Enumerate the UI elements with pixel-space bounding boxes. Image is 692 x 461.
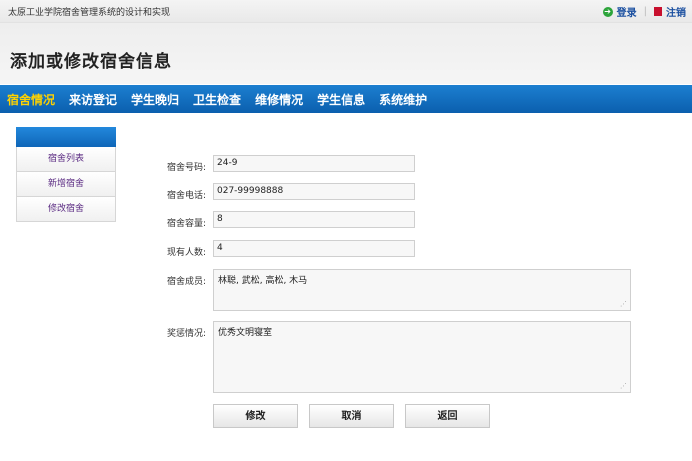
- nav-item-system-maintenance[interactable]: 系统维护: [372, 91, 434, 108]
- nav-item-visitor-log[interactable]: 来访登记: [62, 91, 124, 108]
- form-row-dorm-phone: 宿舍电话:: [167, 183, 415, 201]
- nav-item-repairs[interactable]: 维修情况: [248, 91, 310, 108]
- back-button[interactable]: 返回: [405, 404, 490, 428]
- login-link[interactable]: 登录: [617, 4, 637, 19]
- modify-button[interactable]: 修改: [213, 404, 298, 428]
- sidebar-item-dorm-list[interactable]: 宿舍列表: [16, 147, 116, 172]
- form-row-dorm-number: 宿舍号码:: [167, 155, 415, 173]
- awards-textarea[interactable]: 优秀文明寝室 ⋰: [213, 321, 631, 393]
- account-links: ➔ 登录 | 注销: [602, 4, 686, 19]
- dorm-phone-field[interactable]: [213, 183, 415, 200]
- resize-grip-icon[interactable]: ⋰: [620, 300, 627, 308]
- capacity-label: 宿舍容量:: [167, 219, 207, 229]
- nav-item-hygiene-check[interactable]: 卫生检查: [186, 91, 248, 108]
- page-title: 添加或修改宿舍信息: [10, 52, 172, 72]
- awards-label: 奖惩情况:: [167, 329, 207, 339]
- sidebar-item-edit-dorm[interactable]: 修改宿舍: [16, 197, 116, 222]
- awards-value: 优秀文明寝室: [218, 328, 273, 338]
- form-row-awards: 奖惩情况: 优秀文明寝室 ⋰: [167, 321, 631, 393]
- dorm-number-label: 宿舍号码:: [167, 163, 207, 173]
- form-row-current-count: 现有人数:: [167, 240, 415, 258]
- resize-grip-icon[interactable]: ⋰: [620, 382, 627, 390]
- site-name: 太原工业学院宿舍管理系统的设计和实现: [8, 8, 171, 18]
- logout-icon: [654, 7, 662, 16]
- divider: |: [643, 6, 647, 17]
- top-bar: 太原工业学院宿舍管理系统的设计和实现 ➔ 登录 | 注销: [0, 0, 692, 23]
- sidebar-header: [16, 127, 116, 147]
- current-count-field[interactable]: [213, 240, 415, 257]
- members-value: 林聪, 武松, 高松, 木马: [218, 276, 308, 286]
- sidebar: 宿舍列表 新增宿舍 修改宿舍: [16, 127, 116, 222]
- capacity-field[interactable]: [213, 211, 415, 228]
- cancel-button[interactable]: 取消: [309, 404, 394, 428]
- nav-item-dorm-status[interactable]: 宿舍情况: [0, 91, 62, 108]
- nav-item-student-info[interactable]: 学生信息: [310, 91, 372, 108]
- current-count-label: 现有人数:: [167, 248, 207, 258]
- form-row-capacity: 宿舍容量:: [167, 211, 415, 229]
- login-icon: ➔: [602, 6, 613, 17]
- page-header: 添加或修改宿舍信息: [0, 23, 692, 84]
- sidebar-item-add-dorm[interactable]: 新增宿舍: [16, 172, 116, 197]
- members-label: 宿舍成员:: [167, 277, 207, 287]
- form-row-members: 宿舍成员: 林聪, 武松, 高松, 木马 ⋰: [167, 269, 631, 311]
- nav-item-late-return[interactable]: 学生晚归: [124, 91, 186, 108]
- members-textarea[interactable]: 林聪, 武松, 高松, 木马 ⋰: [213, 269, 631, 311]
- dorm-phone-label: 宿舍电话:: [167, 191, 207, 201]
- main-nav: 宿舍情况 来访登记 学生晚归 卫生检查 维修情况 学生信息 系统维护: [0, 85, 692, 113]
- dorm-number-field[interactable]: [213, 155, 415, 172]
- logout-link[interactable]: 注销: [666, 4, 686, 19]
